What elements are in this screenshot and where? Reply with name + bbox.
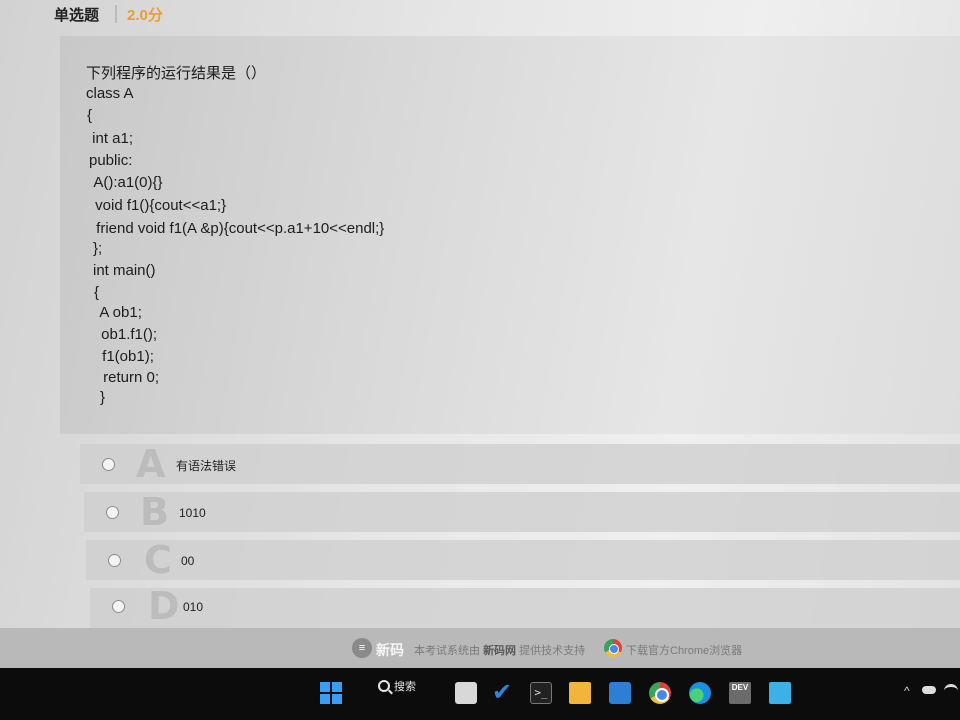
wifi-icon[interactable] — [944, 684, 958, 698]
header-divider — [115, 5, 118, 23]
option-d-text: 010 — [183, 600, 204, 614]
option-b-letter: B — [140, 490, 169, 534]
option-b[interactable]: B 1010 — [84, 490, 960, 534]
option-d[interactable]: D 010 — [90, 584, 960, 628]
code-line: A ob1; — [96, 304, 142, 321]
support-suffix: 提供技术支持 — [519, 645, 586, 657]
mail-icon[interactable] — [609, 682, 631, 704]
chevron-up-icon[interactable]: ^ — [904, 684, 910, 698]
start-icon[interactable] — [320, 682, 342, 704]
search-label: 搜索 — [394, 681, 416, 693]
footer-brand: 新码 — [376, 642, 404, 658]
option-b-text: 1010 — [179, 506, 206, 520]
footer-support-text: 本考试系统由 新码网 提供技术支持 — [414, 642, 585, 658]
option-c-text: 00 — [181, 554, 195, 568]
notepad-icon[interactable] — [769, 682, 791, 704]
code-line: A():a1(0){} — [90, 174, 163, 191]
search-icon — [378, 680, 390, 692]
code-line: ob1.f1(); — [97, 326, 158, 343]
option-a-text: 有语法错误 — [176, 459, 237, 473]
code-line: void f1(){cout<<a1;} — [91, 197, 227, 214]
option-b-radio[interactable] — [106, 506, 119, 519]
support-prefix: 本考试系统由 — [414, 645, 480, 657]
task-view-icon[interactable] — [455, 682, 477, 704]
option-a[interactable]: A 有语法错误 — [80, 442, 960, 486]
dev-cpp-icon[interactable]: DEV — [729, 682, 751, 704]
option-c-radio[interactable] — [108, 554, 121, 567]
support-site-link[interactable]: 新码网 — [483, 645, 516, 657]
code-line: int main() — [93, 262, 156, 279]
page-footer: ≡ 新码 本考试系统由 新码网 提供技术支持 下载官方Chrome浏览器 — [0, 628, 960, 668]
file-explorer-icon[interactable] — [569, 682, 591, 704]
xinma-logo-icon: ≡ — [352, 638, 372, 658]
option-d-letter: D — [148, 584, 180, 628]
option-a-radio[interactable] — [102, 458, 115, 471]
chrome-icon[interactable] — [649, 682, 671, 704]
chrome-icon[interactable] — [604, 639, 622, 657]
option-c-letter: C — [144, 538, 172, 582]
terminal-icon[interactable]: >_ — [530, 682, 552, 704]
code-line: } — [100, 389, 106, 406]
edge-icon[interactable] — [689, 682, 711, 704]
question-type: 单选题 — [54, 6, 100, 24]
code-line: { — [87, 107, 93, 124]
option-a-letter: A — [136, 442, 166, 486]
code-line: class A — [86, 85, 134, 102]
code-line: f1(ob1); — [98, 348, 154, 365]
question-score: 2.0分 — [127, 6, 163, 24]
code-line: int a1; — [88, 130, 134, 147]
cloud-icon[interactable] — [922, 686, 936, 694]
question-header: 单选题 2.0分 — [0, 0, 960, 28]
option-c[interactable]: C 00 — [86, 538, 960, 582]
code-line: }; — [93, 240, 103, 257]
code-line: public: — [89, 152, 133, 169]
question-title: 下列程序的运行结果是（） — [86, 65, 267, 82]
code-line: friend void f1(A &p){cout<<p.a1+10<<endl… — [92, 220, 385, 237]
todo-icon[interactable]: ✔ — [492, 681, 514, 705]
option-d-radio[interactable] — [112, 600, 125, 613]
taskbar-search[interactable]: 搜索 — [378, 678, 416, 694]
download-chrome-link[interactable]: 下载官方Chrome浏览器 — [626, 642, 742, 658]
windows-taskbar: 搜索 ✔ >_ DEV ^ — [0, 668, 960, 720]
code-line: return 0; — [99, 369, 160, 386]
code-line: { — [94, 284, 100, 301]
